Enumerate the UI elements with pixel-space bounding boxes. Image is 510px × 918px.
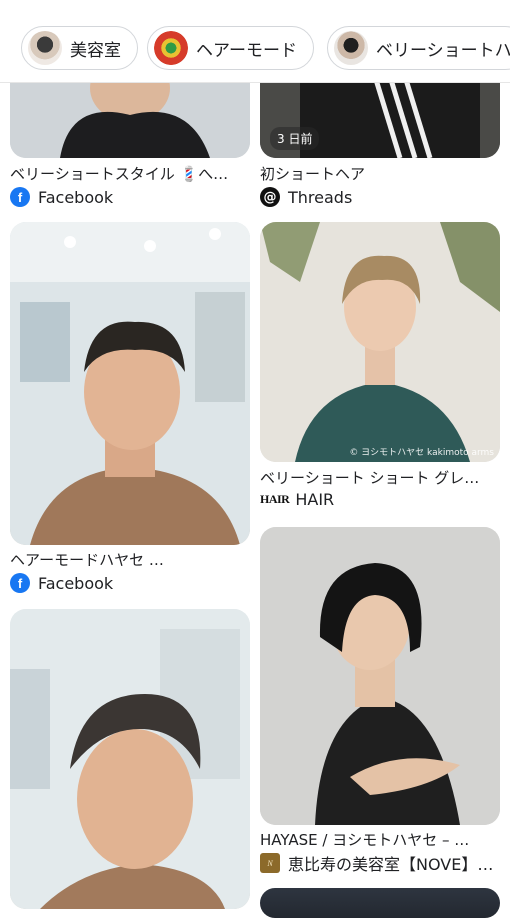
chip-thumbnail — [154, 31, 188, 65]
result-title[interactable]: ベリーショート ショート グレ… — [260, 467, 500, 488]
time-badge: 3 日前 — [270, 127, 320, 150]
result-title[interactable]: HAYASE / ヨシモトハヤセ – … — [260, 829, 500, 850]
result-image[interactable] — [260, 527, 500, 825]
source-label: Facebook — [38, 573, 114, 593]
result-image[interactable] — [10, 609, 250, 909]
chip-hair-mode[interactable]: ヘアーモード — [147, 26, 314, 70]
source-label: Threads — [288, 187, 353, 207]
source-label: 恵比寿の美容室【NOVE】… — [288, 855, 494, 874]
photo-woman-bob-cut — [260, 527, 500, 825]
chip-very-short[interactable]: ベリーショートハ — [327, 26, 510, 70]
chip-label: ベリーショートハ — [376, 40, 510, 61]
chip-biyoushitsu[interactable]: 美容室 — [21, 26, 138, 70]
source-label: Facebook — [38, 187, 114, 207]
chip-label: 美容室 — [70, 40, 121, 61]
result-image[interactable] — [10, 222, 250, 545]
result-title[interactable]: ベリーショートスタイル 💈へ… — [10, 163, 250, 184]
photo-man-salon-short-hair — [10, 222, 250, 545]
result-source[interactable]: N 恵比寿の美容室【NOVE】… — [260, 851, 500, 875]
photo-man-profile-short-hair — [10, 609, 250, 909]
result-image[interactable] — [260, 888, 500, 918]
threads-icon: @ — [260, 187, 280, 207]
result-title[interactable]: 初ショートヘア — [260, 163, 500, 184]
result-title[interactable]: ヘアーモードハヤセ … — [10, 549, 250, 570]
nove-logo-icon: N — [260, 853, 280, 873]
result-source[interactable]: f Facebook — [10, 573, 113, 593]
result-source[interactable]: @ Threads — [260, 187, 352, 207]
chip-thumbnail — [334, 31, 368, 65]
filter-chip-bar: 美容室 ヘアーモード ベリーショートハ — [0, 0, 510, 83]
image-watermark: © ヨシモトハヤセ kakimoto arms — [349, 448, 494, 458]
result-source[interactable]: f Facebook — [10, 187, 113, 207]
facebook-icon: f — [10, 573, 30, 593]
chip-thumbnail — [28, 31, 62, 65]
hair-logo-icon: HAIR — [260, 492, 290, 506]
photo-woman-pixie-cut — [260, 222, 500, 462]
result-source[interactable]: HAIR HAIR — [260, 490, 334, 509]
chip-label: ヘアーモード — [196, 40, 297, 61]
result-image[interactable]: © ヨシモトハヤセ kakimoto arms — [260, 222, 500, 462]
source-label: HAIR — [295, 490, 335, 509]
facebook-icon: f — [10, 187, 30, 207]
